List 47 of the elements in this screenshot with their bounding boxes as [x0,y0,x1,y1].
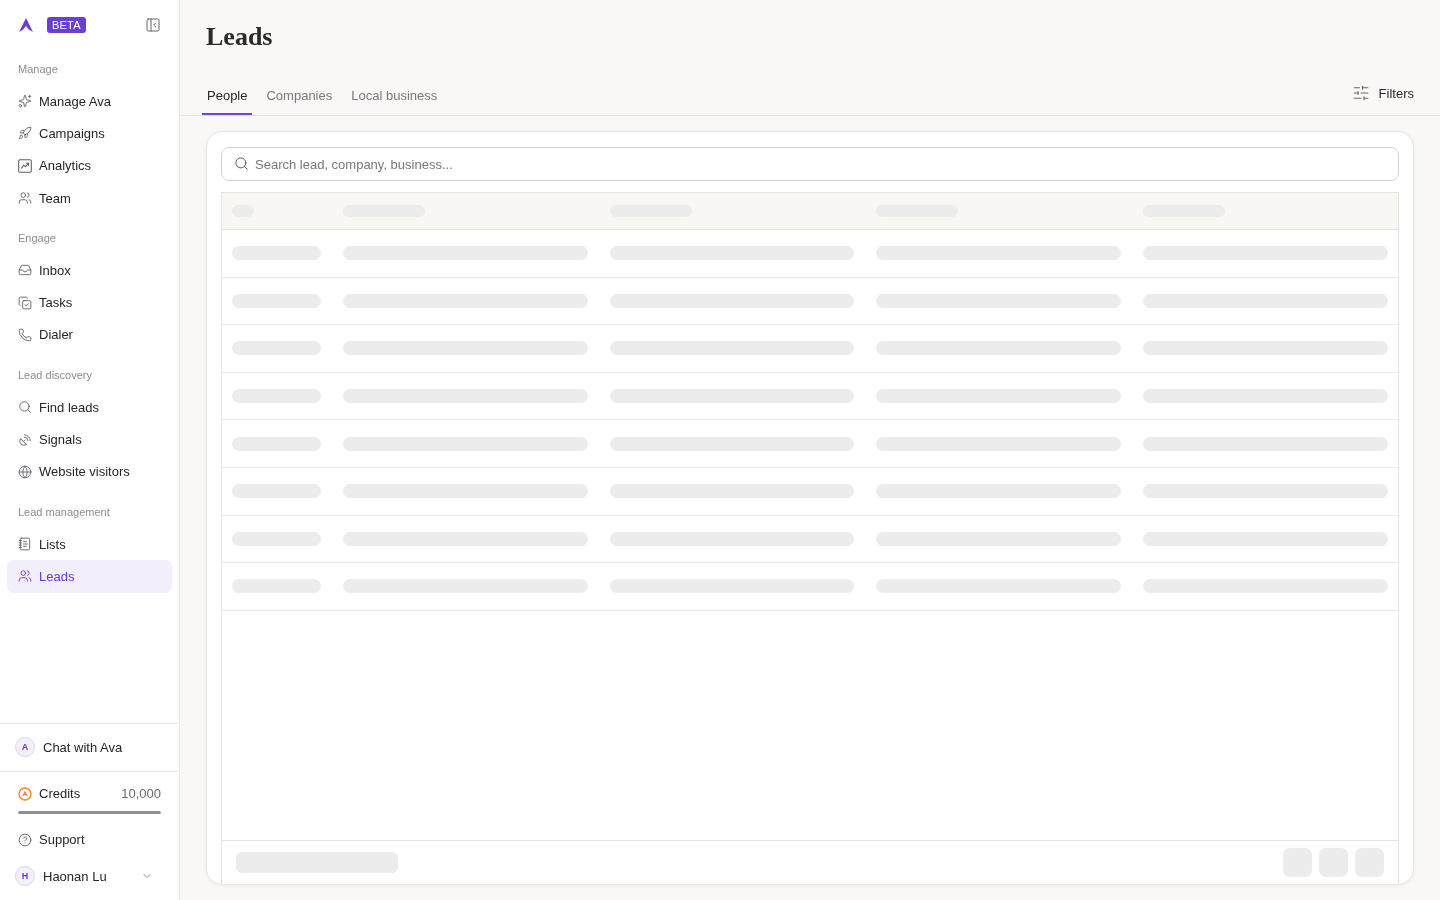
people-icon [18,191,32,206]
page-title: Leads [206,21,273,53]
avatar: A [15,737,35,758]
coin-icon [18,786,32,801]
checked-squares-icon [18,295,32,310]
tab[interactable]: Local business [346,75,443,115]
nav-item[interactable]: Analytics [7,149,172,182]
section-label: Lead discovery [18,368,92,384]
logo-icon [18,17,34,33]
nav-item[interactable]: Team [7,181,172,215]
section-label: Manage [18,62,58,77]
sidebar-collapse-button[interactable] [145,17,161,33]
chart-icon [18,158,32,173]
nav-item[interactable]: Signals [7,423,172,456]
search-icon [234,156,249,171]
section-label: Engage [18,231,56,247]
notebook-icon [18,537,32,552]
inbox-icon [18,263,32,278]
help-icon [18,832,32,847]
phone-icon [18,327,32,342]
panel-collapse-icon [145,17,161,33]
avatar: H [15,866,35,886]
support-link[interactable]: Support [7,823,172,856]
credits-label: Credits [39,786,81,802]
tab[interactable]: People [202,75,253,115]
nav-item[interactable]: Leads [7,560,172,593]
nav-item[interactable]: Inbox [7,254,172,287]
nav-item[interactable]: Tasks [7,286,172,319]
beta-badge: BETA [47,17,86,33]
sparkles-icon [18,94,32,109]
nav-item[interactable]: Website visitors [7,455,172,488]
globe-icon [18,464,32,479]
tab[interactable]: Companies [261,75,338,115]
credits-value: 10,000 [121,786,161,802]
nav-item[interactable]: Lists [7,527,172,561]
people-icon [18,569,32,584]
nav-item[interactable]: Dialer [7,318,172,352]
nav-item[interactable]: Find leads [7,391,172,424]
nav-item[interactable]: Manage Ava [7,85,172,118]
satellite-dish-icon [18,432,32,447]
sliders-icon [1351,84,1370,102]
section-label: Lead management [18,504,110,520]
magnifier-icon [18,400,32,415]
search-field[interactable]: Search lead, company, business... [221,147,1399,181]
nav-item[interactable]: Campaigns [7,117,172,150]
rocket-icon [18,126,32,141]
filters-button[interactable]: Filters [1343,80,1422,106]
